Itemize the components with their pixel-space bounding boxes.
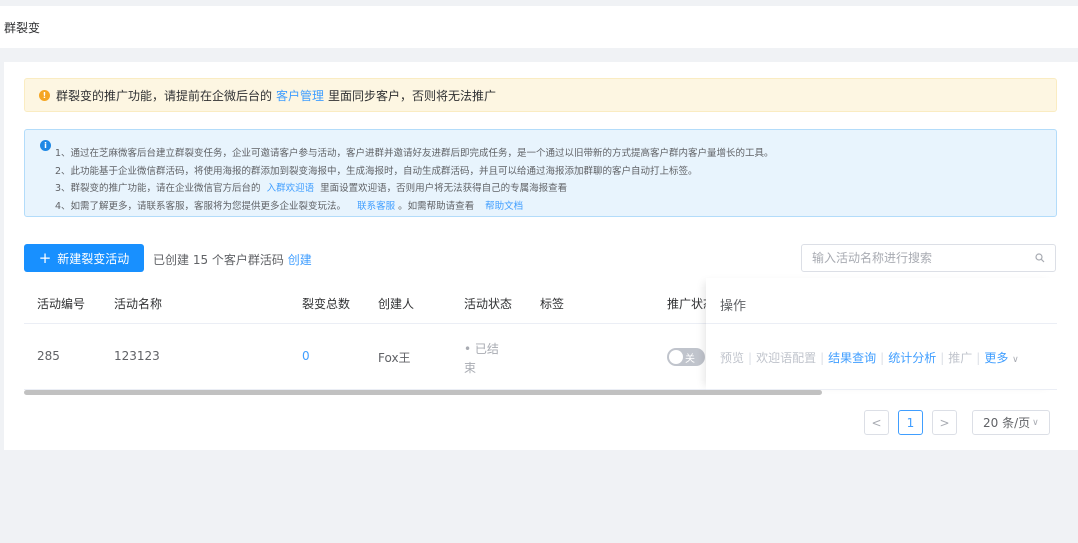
cell-total[interactable]: 0 [302, 349, 310, 363]
column-header-id: 活动编号 [37, 297, 86, 311]
chevron-right-icon: > [939, 415, 950, 430]
page-1-button[interactable]: 1 [898, 410, 923, 435]
stats-action[interactable]: 统计分析 [888, 351, 936, 365]
create-campaign-button[interactable]: + 新建裂变活动 [24, 244, 144, 272]
welcome-message-link[interactable]: 入群欢迎语 [267, 183, 315, 194]
separator: | [820, 351, 825, 365]
toggle-text: 关 [685, 354, 695, 365]
info-line-3: 3、群裂变的推广功能，请在企业微信官方后台的 入群欢迎语 里面设置欢迎语，否则用… [55, 180, 567, 194]
preview-action[interactable]: 预览 [720, 351, 744, 365]
prev-page-button[interactable]: < [864, 410, 889, 435]
separator: | [880, 351, 885, 365]
chevron-down-icon: ∨ [1012, 355, 1019, 365]
warning-text: 群裂变的推广功能，请提前在企微后台的 [56, 88, 273, 103]
customer-management-link[interactable]: 客户管理 [276, 87, 324, 104]
help-docs-link[interactable]: 帮助文档 [485, 201, 523, 212]
warning-icon: ! [39, 89, 50, 101]
cell-status-line2: 束 [464, 361, 477, 375]
campaign-table: 活动编号 活动名称 裂变总数 创建人 活动状态 标签 推广状态 285 1231… [24, 278, 1057, 398]
info-line-4-prefix: 4、如需了解更多，请联系客服，客服将为您提供更多企业裂变玩法。 [55, 201, 347, 212]
created-count-text: 已创建 15 个客户群活码 [153, 253, 284, 267]
chevron-down-icon: ∨ [1032, 417, 1039, 428]
more-label: 更多 [984, 351, 1009, 365]
separator: | [748, 351, 753, 365]
warning-alert: ! 群裂变的推广功能，请提前在企微后台的 客户管理 里面同步客户，否则将无法推广 [24, 78, 1057, 112]
info-line-4: 4、如需了解更多，请联系客服，客服将为您提供更多企业裂变玩法。 联系客服 。如需… [55, 198, 523, 212]
ops-cell: 预览 | 欢迎语配置 | 结果查询 | 统计分析 | 推广 | 更多 ∨ [706, 324, 1057, 390]
main-card: ! 群裂变的推广功能，请提前在企微后台的 客户管理 里面同步客户，否则将无法推广… [4, 62, 1078, 450]
info-line-3-suffix: 里面设置欢迎语，否则用户将无法获得自己的专属海报查看 [320, 183, 568, 194]
chevron-left-icon: < [871, 415, 882, 430]
column-header-total: 裂变总数 [302, 297, 351, 311]
separator: | [976, 351, 981, 365]
promote-action[interactable]: 推广 [948, 351, 972, 365]
plus-icon: + [38, 248, 52, 267]
column-header-tag: 标签 [540, 297, 565, 311]
warning-text-suffix: 里面同步客户，否则将无法推广 [328, 88, 497, 103]
promotion-toggle[interactable]: 关 [667, 348, 705, 366]
scrollbar-thumb[interactable] [24, 390, 822, 395]
search-icon[interactable] [1035, 253, 1045, 263]
separator: | [940, 351, 945, 365]
next-page-button[interactable]: > [932, 410, 957, 435]
contact-support-link[interactable]: 联系客服 [357, 201, 395, 212]
cell-status-line1: • 已结 [464, 342, 499, 356]
info-icon: i [40, 140, 51, 151]
create-link[interactable]: 创建 [288, 253, 312, 267]
page-size-select[interactable]: 20 条/页 ∨ [972, 410, 1050, 435]
column-header-name: 活动名称 [114, 297, 163, 311]
toolbar: + 新建裂变活动 已创建 15 个客户群活码 创建 [24, 244, 1057, 272]
create-campaign-label: 新建裂变活动 [57, 251, 130, 266]
page-title: 群裂变 [4, 20, 41, 35]
page-header: 群裂变 [0, 6, 1078, 48]
info-line-4-middle: 。如需帮助请查看 [398, 201, 475, 212]
search-box[interactable] [801, 244, 1056, 272]
result-query-action[interactable]: 结果查询 [828, 351, 876, 365]
column-header-creator: 创建人 [378, 297, 415, 311]
cell-creator: Fox王 [378, 351, 411, 365]
column-header-status: 活动状态 [464, 297, 513, 311]
info-line-3-prefix: 3、群裂变的推广功能，请在企业微信官方后台的 [55, 183, 261, 194]
ops-links: 预览 | 欢迎语配置 | 结果查询 | 统计分析 | 推广 | 更多 ∨ [720, 349, 1019, 366]
info-alert: i 1、通过在芝麻微客后台建立群裂变任务，企业可邀请客户参与活动，客户进群并邀请… [24, 129, 1057, 217]
cell-name: 123123 [114, 349, 160, 363]
fixed-ops-column: 操作 预览 | 欢迎语配置 | 结果查询 | 统计分析 | 推广 | 更多 ∨ [706, 278, 1057, 390]
created-count: 已创建 15 个客户群活码 创建 [153, 251, 312, 268]
welcome-config-action[interactable]: 欢迎语配置 [756, 351, 816, 365]
info-line-1: 1、通过在芝麻微客后台建立群裂变任务，企业可邀请客户参与活动，客户进群并邀请好友… [55, 148, 774, 159]
ops-header: 操作 [706, 278, 1057, 324]
page-size-value: 20 条/页 [983, 416, 1031, 430]
search-input[interactable] [812, 251, 1022, 265]
horizontal-scrollbar[interactable] [24, 390, 1057, 396]
column-header-ops: 操作 [720, 299, 747, 314]
toggle-knob [669, 350, 683, 364]
more-action[interactable]: 更多 ∨ [984, 351, 1018, 365]
info-line-2: 2、此功能基于企业微信群活码，将使用海报的群添加到裂变海报中，生成海报时，自动生… [55, 166, 698, 177]
cell-id: 285 [37, 349, 60, 363]
current-page-number: 1 [906, 415, 915, 430]
